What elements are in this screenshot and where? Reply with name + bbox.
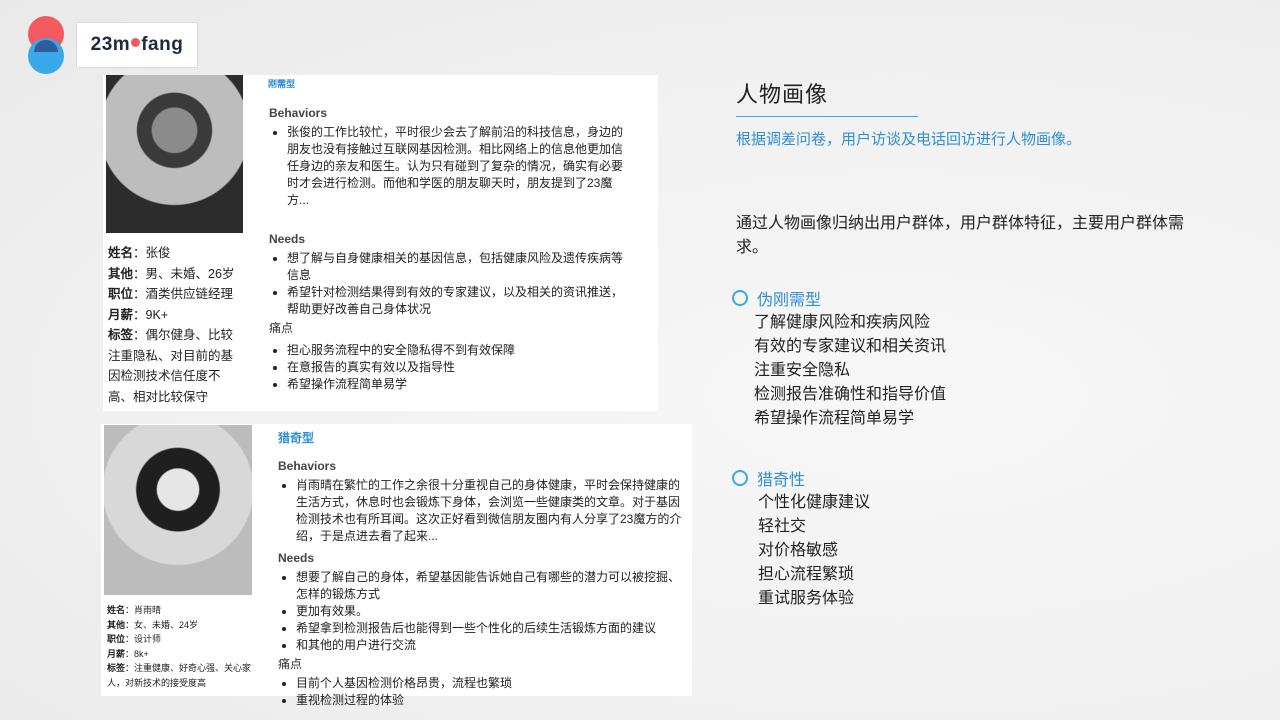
brand-suffix: fang — [141, 34, 184, 55]
list-item: 更加有效果。 — [296, 603, 683, 620]
persona-detail: Behaviors 张俊的工作比较忙，平时很少会去了解前沿的科技信息，身边的朋友… — [269, 105, 629, 393]
list-item: 了解健康风险和疾病风险 — [754, 314, 931, 331]
needs-heading: Needs — [278, 551, 315, 565]
pain-heading: 痛点 — [278, 657, 303, 671]
info-row: 姓名：肖雨晴 — [107, 605, 162, 615]
list-item: 希望操作流程简单易学 — [287, 376, 629, 393]
persona-photo-male — [106, 75, 243, 233]
info-row: 姓名：张俊 — [108, 246, 171, 260]
list-item: 想要了解自己的身体，希望基因能告诉她自己有哪些的潜力可以被挖掘、怎样的锻炼方式 — [296, 569, 683, 603]
group-title: 猎奇性 — [757, 472, 806, 489]
list-item: 肖雨晴在繁忙的工作之余很十分重视自己的身体健康，平时会保持健康的生活方式，休息时… — [296, 477, 683, 545]
info-row: 标签：偶尔健身、比较注重隐私、对目前的基因检测技术信任度不高、相对比较保守 — [108, 328, 234, 404]
pain-heading: 痛点 — [269, 321, 294, 335]
list-item: 注重安全隐私 — [754, 362, 851, 379]
info-row: 职位：酒类供应链经理 — [108, 287, 234, 301]
list-item: 检测报告准确性和指导价值 — [754, 386, 947, 403]
logo-dot-icon — [131, 37, 141, 47]
info-row: 其他：女、未婚、24岁 — [107, 619, 199, 630]
persona-detail: Behaviors 肖雨晴在繁忙的工作之余很十分重视自己的身体健康，平时会保持健… — [278, 458, 683, 709]
needs-heading: Needs — [269, 232, 306, 246]
page-title: 人物画像 — [736, 82, 829, 107]
list-item: 对价格敏感 — [758, 542, 839, 559]
group-title: 伪刚需型 — [757, 292, 822, 309]
persona-card-1: 姓名：张俊 其他：男、未婚、26岁 职位：酒类供应链经理 月薪：9K+ 标签：偶… — [103, 75, 658, 411]
list-item: 轻社交 — [758, 518, 807, 535]
persona-photo-female — [104, 425, 252, 595]
info-row: 其他：男、未婚、26岁 — [108, 266, 235, 281]
behaviors-heading: Behaviors — [269, 106, 328, 120]
info-row: 月薪：8k+ — [107, 648, 149, 659]
list-item: 有效的专家建议和相关资讯 — [754, 338, 947, 355]
list-item: 担心流程繁琐 — [758, 566, 855, 583]
list-item: 重试服务体验 — [758, 590, 855, 607]
persona-type-label: 猎奇型 — [278, 431, 315, 445]
brand-logo: 23m fang — [76, 22, 198, 68]
list-item: 在意报告的真实有效以及指导性 — [287, 359, 629, 376]
page-description: 通过人物画像归纳出用户群体，用户群体特征，主要用户群体需求。 — [736, 215, 1185, 256]
list-item: 想了解与自身健康相关的基因信息，包括健康风险及遗传疾病等信息 — [287, 250, 629, 284]
persona-type-label: 刚需型 — [268, 79, 296, 89]
behaviors-heading: Behaviors — [278, 459, 337, 473]
group-curiosity: 猎奇性 个性化健康建议 轻社交 对价格敏感 担心流程繁琐 重试服务体验 — [732, 466, 870, 611]
list-item: 张俊的工作比较忙，平时很少会去了解前沿的科技信息，身边的朋友也没有接触过互联网基… — [287, 124, 629, 209]
list-item: 个性化健康建议 — [758, 494, 871, 511]
circle-bullet-icon — [732, 470, 748, 486]
info-row: 标签：注重健康、好奇心强、关心家人，对新技术的接受度高 — [107, 663, 252, 688]
list-item: 希望拿到检测报告后也能得到一些个性化的后续生活锻炼方面的建议 — [296, 620, 683, 637]
list-item: 希望针对检测结果得到有效的专家建议，以及相关的资讯推送，帮助更好改善自己身体状况 — [287, 284, 629, 318]
list-item: 担心服务流程中的安全隐私得不到有效保障 — [287, 342, 629, 359]
info-row: 月薪：9K+ — [108, 307, 169, 322]
info-row: 职位：设计师 — [107, 634, 162, 644]
circle-bullet-icon — [732, 290, 748, 306]
title-underline — [736, 116, 918, 117]
persona-info: 姓名：肖雨晴 其他：女、未婚、24岁 职位：设计师 月薪：8k+ 标签：注重健康… — [107, 603, 257, 690]
list-item: 重视检测过程的体验 — [296, 692, 683, 709]
persona-info: 姓名：张俊 其他：男、未婚、26岁 职位：酒类供应链经理 月薪：9K+ 标签：偶… — [108, 243, 243, 407]
list-item: 和其他的用户进行交流 — [296, 637, 683, 654]
brand-logo-mark — [26, 16, 66, 74]
list-item: 希望操作流程简单易学 — [754, 410, 915, 427]
brand-prefix: 23m — [90, 34, 131, 55]
list-item: 目前个人基因检测价格昂贵，流程也繁琐 — [296, 675, 683, 692]
persona-card-2: 姓名：肖雨晴 其他：女、未婚、24岁 职位：设计师 月薪：8k+ 标签：注重健康… — [101, 424, 692, 707]
group-pseudo-rigid-demand: 伪刚需型 了解健康风险和疾病风险 有效的专家建议和相关资讯 注重安全隐私 检测报… — [732, 286, 946, 431]
page-subtitle: 根据调差问卷，用户访谈及电话回访进行人物画像。 — [736, 131, 1082, 148]
